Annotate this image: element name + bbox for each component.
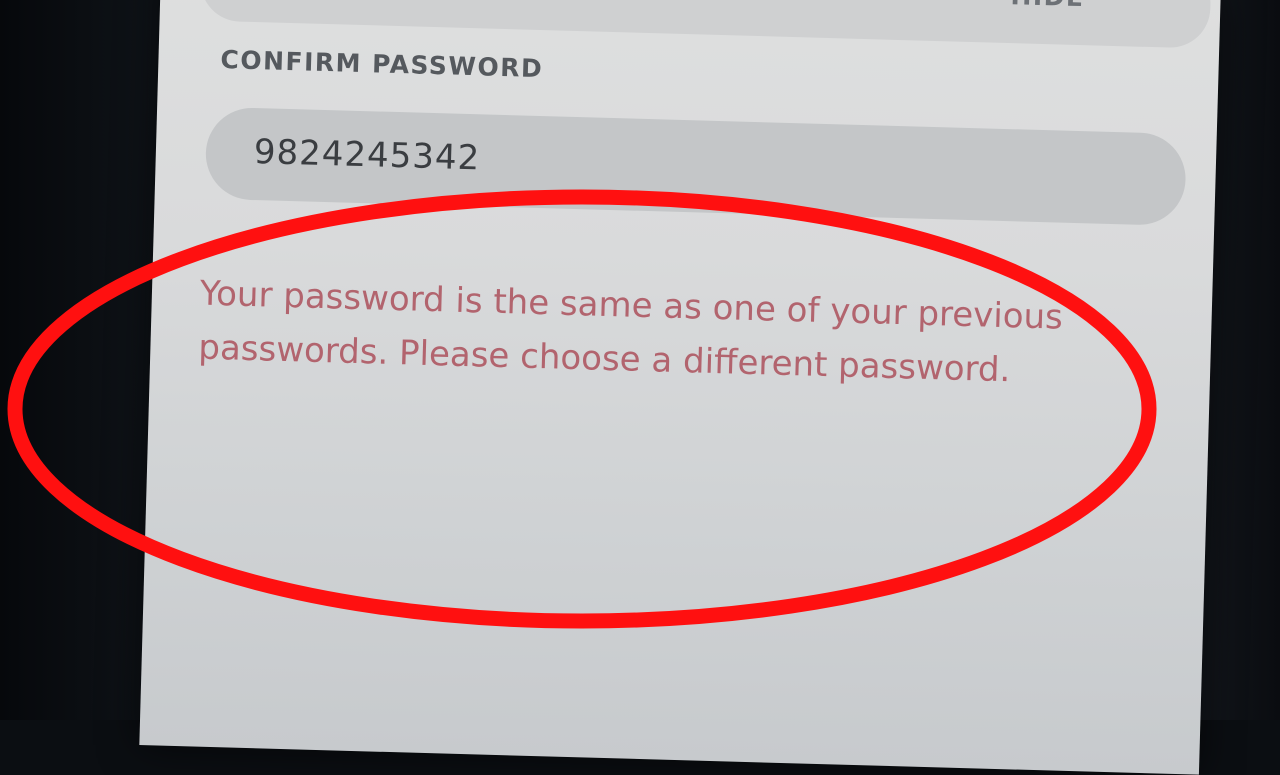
- new-password-field[interactable]: HIDE !: [200, 0, 1212, 49]
- confirm-password-label: CONFIRM PASSWORD: [220, 45, 544, 83]
- password-error-message: Your password is the same as one of your…: [198, 267, 1071, 399]
- hide-password-toggle[interactable]: HIDE: [1010, 0, 1085, 12]
- confirm-password-value: 9824245342: [253, 132, 480, 178]
- exclamation-icon: !: [1150, 0, 1168, 8]
- phone-screen: HIDE ! CONFIRM PASSWORD 9824245342 Your …: [139, 0, 1220, 775]
- confirm-password-input[interactable]: 9824245342: [205, 107, 1187, 226]
